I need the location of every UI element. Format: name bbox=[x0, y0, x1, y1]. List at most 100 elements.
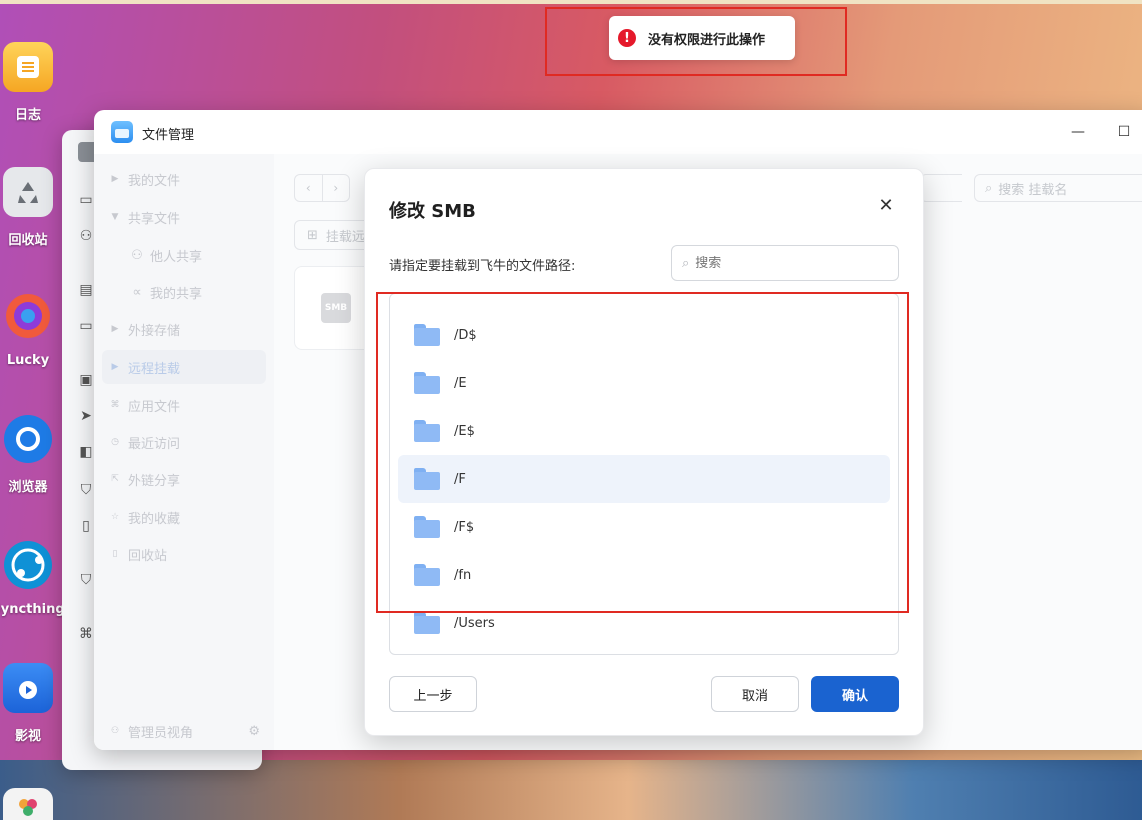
cancel-button[interactable]: 取消 bbox=[711, 676, 799, 712]
maximize-icon[interactable]: ☐ bbox=[1116, 124, 1132, 140]
toast-message: 没有权限进行此操作 bbox=[648, 32, 766, 48]
dock-label: 浏览器 bbox=[8, 480, 48, 495]
sidebar-item-link-share[interactable]: ⇱ 外链分享 bbox=[102, 462, 266, 496]
forward-arrow-icon[interactable]: › bbox=[321, 175, 350, 201]
folder-plus-icon: ⊞ bbox=[307, 227, 318, 243]
path-field[interactable] bbox=[920, 174, 962, 202]
video-icon bbox=[3, 663, 53, 713]
folder-search-box[interactable]: ⌕ bbox=[671, 245, 899, 281]
confirm-button[interactable]: 确认 bbox=[811, 676, 899, 712]
window-icon: ▣ bbox=[79, 372, 93, 388]
dialog-title: 修改 SMB bbox=[389, 201, 476, 222]
apps-icon: ⌘ bbox=[79, 626, 93, 642]
dock-label: 日志 bbox=[14, 108, 41, 123]
dialog-prompt: 请指定要挂载到飞牛的文件路径: bbox=[389, 259, 576, 274]
shield-active-icon: ⛉ bbox=[80, 572, 92, 588]
error-toast: ! 没有权限进行此操作 bbox=[609, 16, 795, 60]
search-icon: ⌕ bbox=[682, 255, 690, 271]
display-icon: ▭ bbox=[79, 192, 93, 208]
sidebar-item-label: 远程挂载 bbox=[128, 361, 181, 377]
mount-search-input[interactable]: ⌕ 搜索 挂载名 bbox=[974, 174, 1142, 202]
sidebar-item-label: 应用文件 bbox=[128, 399, 181, 415]
clock-icon: ◷ bbox=[111, 437, 119, 447]
admin-view-label[interactable]: 管理员视角 bbox=[128, 722, 193, 741]
document-icon: ▯ bbox=[82, 518, 90, 534]
minimize-icon[interactable]: — bbox=[1070, 124, 1086, 140]
dock-item-recycle-bin[interactable]: 回收站 bbox=[0, 167, 56, 248]
share-icon: ∝ bbox=[132, 284, 142, 300]
users-icon: ⚇ bbox=[131, 247, 143, 263]
sidebar-footer: ⚇ 管理员视角 ⚙ bbox=[102, 712, 266, 750]
sidebar-item-my-files[interactable]: ▶ 我的文件 bbox=[102, 162, 266, 196]
mount-button[interactable]: ⊞ 挂载远 bbox=[294, 220, 374, 250]
sidebar-item-app-files[interactable]: ⌘ 应用文件 bbox=[102, 388, 266, 422]
smb-drive-icon: SMB bbox=[321, 293, 351, 323]
dock-label: 影视 bbox=[14, 729, 41, 744]
recycle-bin-icon bbox=[3, 167, 53, 217]
sidebar-item-label: 他人共享 bbox=[150, 249, 203, 265]
dock-label: 回收站 bbox=[8, 233, 48, 248]
sidebar-item-recycle-bin[interactable]: ▯ 回收站 bbox=[102, 537, 266, 571]
sidebar-item-label: 共享文件 bbox=[128, 211, 181, 227]
admin-user-icon: ⚇ bbox=[110, 726, 120, 736]
drive-icon: ▭ bbox=[79, 318, 93, 334]
shield-icon: ⛉ bbox=[80, 482, 92, 498]
dock-item-syncthing[interactable]: Syncthing bbox=[0, 540, 65, 617]
close-icon[interactable]: ✕ bbox=[877, 197, 895, 215]
apps-icon: ⌘ bbox=[110, 400, 120, 410]
dock-label: Lucky bbox=[6, 353, 50, 368]
dock-item-log[interactable]: 日志 bbox=[0, 42, 56, 123]
folder-icon bbox=[414, 612, 440, 634]
sidebar-item-label: 最近访问 bbox=[128, 436, 181, 452]
error-icon: ! bbox=[618, 29, 636, 47]
user-icon: ⚇ bbox=[79, 228, 93, 244]
mount-button-label: 挂载远 bbox=[325, 229, 365, 245]
settings-icon[interactable]: ⚙ bbox=[248, 724, 260, 739]
sidebar: ▶ 我的文件 ▼ 共享文件 ⚇ 他人共享 ∝ 我的共享 ▶ 外接存储 ▶ 远程挂… bbox=[94, 154, 274, 750]
log-icon bbox=[3, 42, 53, 92]
external-share-icon: ⇱ bbox=[111, 474, 119, 484]
dock-item-browser[interactable]: 浏览器 bbox=[0, 414, 56, 495]
sidebar-item-label: 回收站 bbox=[128, 548, 168, 564]
wallpaper-top-strip bbox=[0, 0, 1142, 4]
dock-item-lucky[interactable]: Lucky bbox=[0, 291, 56, 368]
photos-icon bbox=[3, 788, 53, 820]
star-icon: ☆ bbox=[110, 512, 120, 522]
caret-right-icon: ▶ bbox=[111, 174, 119, 184]
sidebar-item-label: 外接存储 bbox=[128, 323, 181, 339]
smb-mount-card[interactable]: SMB bbox=[294, 266, 374, 350]
dock-item-video[interactable]: 影视 bbox=[0, 663, 56, 744]
desktop-dock: 日志 回收站 Lucky 浏览器 Syncthing 影视 bbox=[0, 0, 65, 820]
history-nav: ‹ › bbox=[294, 174, 350, 202]
sidebar-item-label: 我的收藏 bbox=[128, 511, 181, 527]
sidebar-item-shared-by-others[interactable]: ⚇ 他人共享 bbox=[102, 238, 266, 272]
browser-icon bbox=[3, 414, 53, 464]
sidebar-item-favorites[interactable]: ☆ 我的收藏 bbox=[102, 500, 266, 534]
dock-item-photos[interactable] bbox=[0, 788, 56, 820]
caret-right-icon: ▶ bbox=[111, 362, 119, 372]
sidebar-item-shared-files[interactable]: ▼ 共享文件 bbox=[102, 200, 266, 234]
previous-step-button[interactable]: 上一步 bbox=[389, 676, 477, 712]
dock-label: Syncthing bbox=[0, 602, 65, 617]
sidebar-item-label: 我的共享 bbox=[150, 286, 203, 302]
window-titlebar[interactable]: 文件管理 — ☐ bbox=[94, 110, 1142, 154]
trash-icon: ▯ bbox=[112, 549, 118, 559]
syncthing-icon bbox=[3, 540, 53, 590]
caret-right-icon: ▶ bbox=[111, 324, 119, 334]
sidebar-item-remote-mount[interactable]: ▶ 远程挂载 bbox=[102, 350, 266, 384]
sidebar-item-recent[interactable]: ◷ 最近访问 bbox=[102, 425, 266, 459]
folder-search-input[interactable] bbox=[695, 255, 876, 271]
caret-down-icon: ▼ bbox=[111, 212, 119, 222]
sidebar-item-my-shares[interactable]: ∝ 我的共享 bbox=[102, 275, 266, 309]
folder-list-highlight-outline bbox=[376, 292, 909, 613]
code-icon: ◧ bbox=[79, 444, 93, 460]
back-arrow-icon[interactable]: ‹ bbox=[295, 175, 322, 201]
lucky-icon bbox=[3, 291, 53, 341]
inbox-icon: ▤ bbox=[79, 282, 93, 298]
mount-search-placeholder: 搜索 挂载名 bbox=[998, 182, 1068, 198]
sidebar-item-external-storage[interactable]: ▶ 外接存储 bbox=[102, 312, 266, 346]
file-manager-app-icon bbox=[111, 121, 133, 143]
search-icon: ⌕ bbox=[985, 180, 993, 196]
window-title: 文件管理 bbox=[142, 128, 195, 143]
folder-name: /Users bbox=[454, 615, 495, 631]
